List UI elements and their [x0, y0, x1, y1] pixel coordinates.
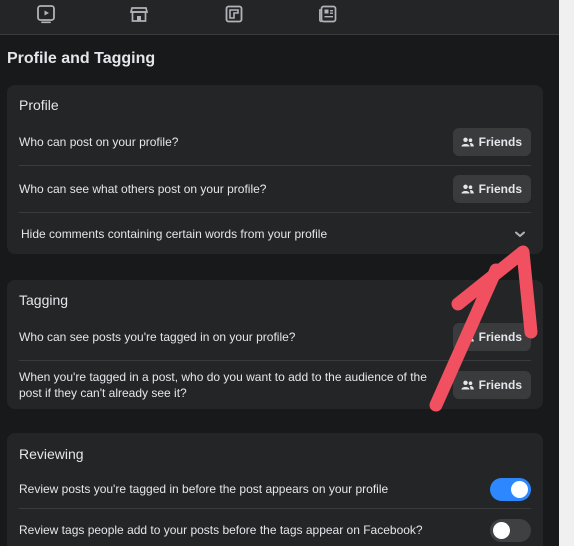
top-navigation-bar: [0, 0, 559, 35]
setting-row-review-tagged-posts[interactable]: Review posts you're tagged in before the…: [19, 477, 531, 501]
audience-value: Friends: [478, 378, 522, 392]
row-divider: [19, 360, 531, 361]
setting-row-hide-comments[interactable]: Hide comments containing certain words f…: [19, 223, 531, 245]
audience-selector-button[interactable]: Friends: [452, 175, 531, 203]
setting-row-tagged-audience[interactable]: When you're tagged in a post, who do you…: [19, 369, 531, 401]
setting-row-tagged-posts-visibility[interactable]: Who can see posts you're tagged in on yo…: [19, 323, 531, 351]
section-title-reviewing: Reviewing: [19, 446, 84, 462]
section-title-tagging: Tagging: [19, 292, 69, 308]
audience-value: Friends: [478, 182, 522, 196]
setting-label: Who can see what others post on your pro…: [19, 182, 267, 196]
setting-label: Review posts you're tagged in before the…: [19, 482, 389, 496]
page-title: Profile and Tagging: [7, 50, 156, 67]
setting-label: When you're tagged in a post, who do you…: [19, 370, 427, 400]
setting-label: Who can see posts you're tagged in on yo…: [19, 330, 296, 344]
row-divider: [19, 165, 531, 166]
friends-icon: [461, 137, 474, 147]
audience-selector-button[interactable]: Friends: [452, 371, 531, 399]
section-title-profile: Profile: [19, 97, 59, 113]
setting-label: Hide comments containing certain words f…: [21, 227, 328, 241]
row-divider: [19, 508, 531, 509]
chevron-down-icon[interactable]: [513, 229, 527, 239]
setting-row-review-tags[interactable]: Review tags people add to your posts bef…: [19, 518, 531, 542]
window-edge: [559, 0, 574, 546]
toggle-knob: [493, 521, 510, 539]
audience-selector-button[interactable]: Friends: [452, 323, 531, 351]
tagging-section-card: Tagging Who can see posts you're tagged …: [7, 280, 543, 409]
row-divider: [19, 212, 531, 213]
profile-section-card: Profile Who can post on your profile? Fr…: [7, 85, 543, 254]
friends-icon: [461, 380, 474, 390]
toggle-knob: [511, 480, 528, 498]
setting-row-who-can-see-others-posts[interactable]: Who can see what others post on your pro…: [19, 175, 531, 203]
setting-label: Who can post on your profile?: [19, 135, 179, 149]
friends-icon: [461, 184, 474, 194]
friends-icon: [461, 332, 474, 342]
audience-value: Friends: [478, 135, 522, 149]
reviewing-section-card: Reviewing Review posts you're tagged in …: [7, 433, 543, 546]
audience-selector-button[interactable]: Friends: [452, 128, 531, 156]
audience-value: Friends: [478, 330, 522, 344]
gaming-icon[interactable]: [223, 4, 245, 24]
setting-row-who-can-post[interactable]: Who can post on your profile? Friends: [19, 128, 531, 156]
review-tagged-posts-toggle[interactable]: [490, 477, 531, 501]
news-feed-icon[interactable]: [317, 4, 339, 24]
watch-icon[interactable]: [35, 4, 57, 24]
marketplace-icon[interactable]: [128, 4, 150, 24]
review-tags-toggle[interactable]: [490, 518, 531, 542]
setting-label: Review tags people add to your posts bef…: [19, 523, 423, 537]
